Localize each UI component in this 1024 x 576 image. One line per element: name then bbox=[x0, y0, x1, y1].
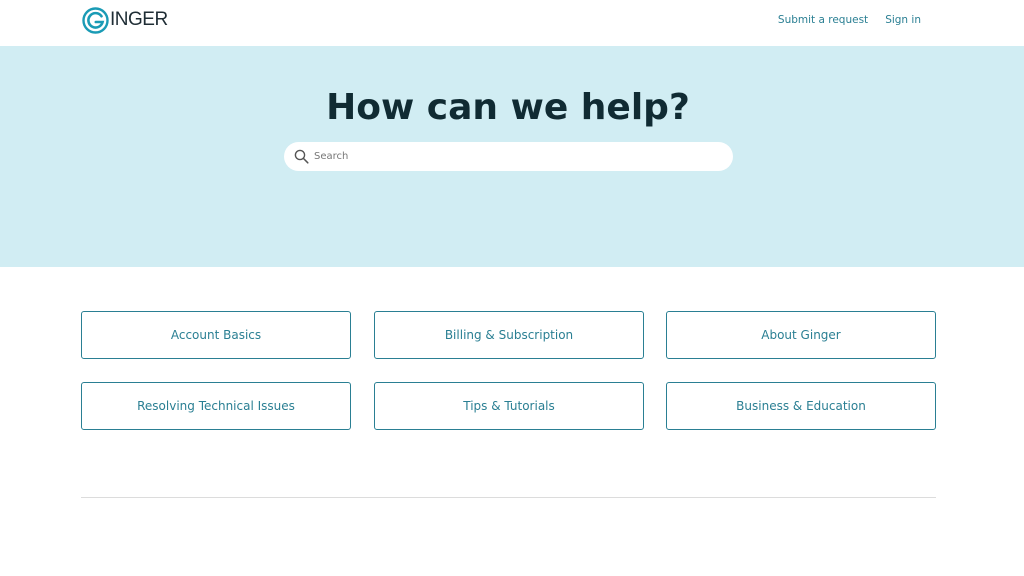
logo-text: INGER bbox=[110, 9, 168, 30]
divider bbox=[81, 497, 936, 498]
page-title: How can we help? bbox=[326, 87, 690, 128]
ginger-logo[interactable]: INGER bbox=[82, 6, 168, 34]
category-tips-tutorials[interactable]: Tips & Tutorials bbox=[374, 382, 644, 430]
category-about-ginger[interactable]: About Ginger bbox=[666, 311, 936, 359]
category-account-basics[interactable]: Account Basics bbox=[81, 311, 351, 359]
category-business-education[interactable]: Business & Education bbox=[666, 382, 936, 430]
category-billing-subscription[interactable]: Billing & Subscription bbox=[374, 311, 644, 359]
search-input[interactable] bbox=[314, 147, 714, 166]
hero-section: How can we help? bbox=[0, 46, 1024, 267]
ginger-logo-icon bbox=[82, 6, 109, 34]
search-icon bbox=[294, 149, 309, 164]
submit-request-link[interactable]: Submit a request bbox=[778, 14, 868, 26]
sign-in-link[interactable]: Sign in bbox=[885, 14, 921, 26]
site-header: INGER Submit a request Sign in bbox=[0, 0, 1024, 46]
category-resolving-technical-issues[interactable]: Resolving Technical Issues bbox=[81, 382, 351, 430]
top-nav: Submit a request Sign in bbox=[778, 14, 921, 26]
search-box[interactable] bbox=[284, 142, 733, 171]
